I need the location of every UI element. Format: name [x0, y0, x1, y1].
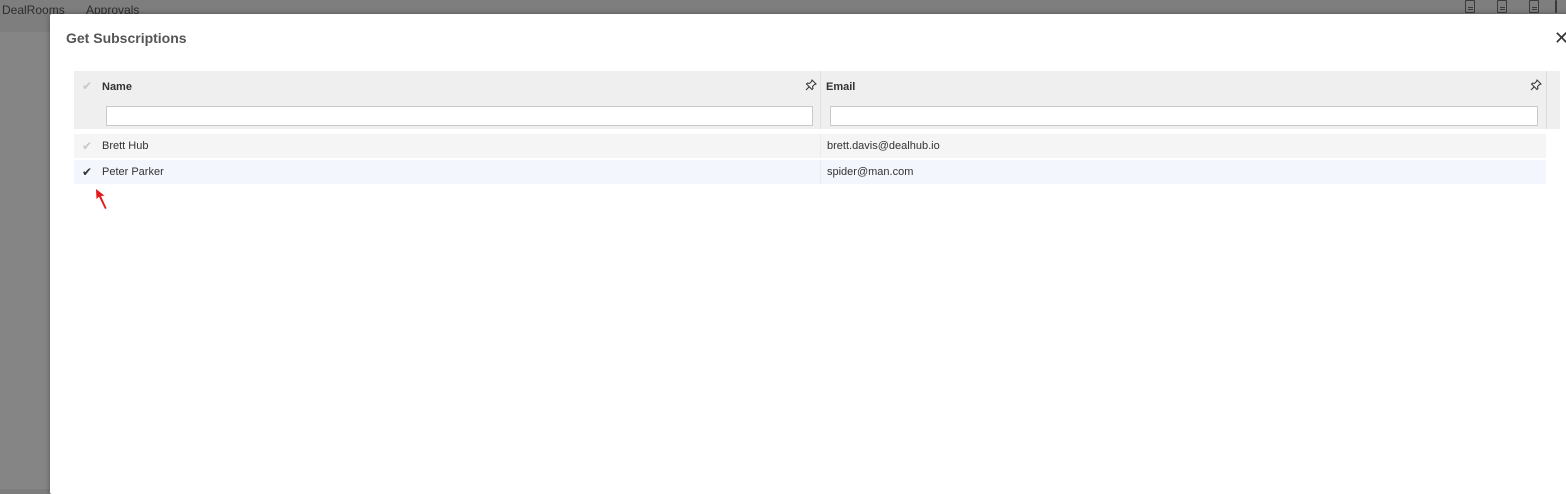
column-header-email[interactable]: Email [826, 81, 855, 93]
grid-header: ✔ Name Email [74, 71, 1560, 129]
cell-divider [820, 160, 821, 184]
get-subscriptions-dialog: Get Subscriptions ✕ ✔ Name Email ✔ Brett… [50, 14, 1566, 494]
name-filter-input[interactable] [106, 106, 813, 126]
email-filter-input[interactable] [830, 106, 1538, 126]
document-list-icon[interactable] [1497, 0, 1507, 13]
document-icon[interactable] [1465, 0, 1475, 13]
row-checkbox[interactable]: ✔ [82, 165, 92, 179]
row-email: brett.davis@dealhub.io [827, 140, 940, 152]
table-row-selected[interactable]: ✔ Peter Parker spider@man.com [74, 160, 1546, 184]
row-name: Peter Parker [102, 166, 164, 178]
close-button[interactable]: ✕ [1554, 28, 1566, 48]
row-name: Brett Hub [102, 140, 149, 152]
pin-icon[interactable] [805, 79, 817, 91]
export-document-icon[interactable] [1529, 0, 1539, 13]
dialog-title: Get Subscriptions [66, 30, 187, 46]
pin-icon[interactable] [1530, 79, 1542, 91]
cell-divider [820, 134, 821, 158]
select-all-checkbox[interactable]: ✔ [82, 79, 92, 93]
row-checkbox[interactable]: ✔ [82, 139, 92, 153]
row-email: spider@man.com [827, 166, 914, 178]
table-row[interactable]: ✔ Brett Hub brett.davis@dealhub.io [74, 134, 1546, 158]
scrollbar-gutter [1546, 71, 1547, 129]
red-arrow-pointer-icon [96, 189, 107, 209]
divider [1555, 0, 1557, 13]
column-divider[interactable] [820, 71, 821, 129]
column-header-name[interactable]: Name [102, 81, 132, 93]
